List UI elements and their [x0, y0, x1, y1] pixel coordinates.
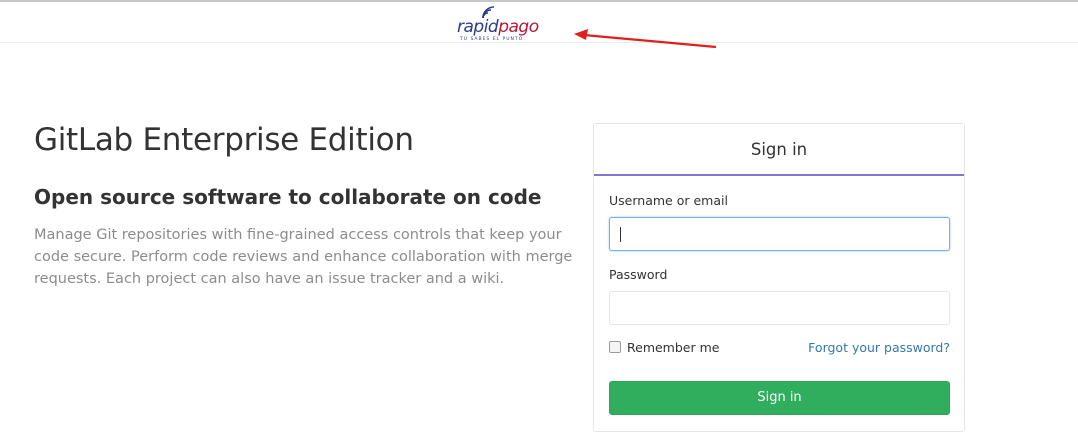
remember-row: Remember me Forgot your password?: [609, 340, 950, 359]
username-input[interactable]: [609, 217, 950, 251]
logo-word-second: pago: [498, 17, 539, 37]
sign-in-button[interactable]: Sign in: [609, 381, 950, 415]
page-description: Manage Git repositories with fine-graine…: [34, 227, 573, 287]
tab-sign-in[interactable]: Sign in: [594, 124, 964, 176]
signin-panel: Sign in Username or email Password Remem…: [593, 123, 965, 432]
top-header: rapidpago TU SABES EL PUNTO: [0, 0, 1078, 49]
logo-wordmark: rapidpago: [457, 18, 539, 36]
page-title: GitLab Enterprise Edition: [34, 122, 414, 158]
remember-me-checkbox[interactable]: [609, 341, 621, 353]
password-label: Password: [609, 267, 668, 282]
password-input[interactable]: [609, 291, 950, 325]
logo-word-first: rapid: [457, 17, 499, 37]
username-label: Username or email: [609, 193, 728, 208]
logo-tagline: TU SABES EL PUNTO: [460, 37, 524, 42]
forgot-password-link[interactable]: Forgot your password?: [808, 340, 950, 355]
page-subtitle: Open source software to collaborate on c…: [34, 185, 542, 209]
red-arrow-icon: [574, 29, 717, 49]
brand-logo[interactable]: rapidpago TU SABES EL PUNTO: [454, 6, 550, 46]
text-caret: [620, 227, 621, 242]
remember-me-label[interactable]: Remember me: [627, 340, 719, 355]
